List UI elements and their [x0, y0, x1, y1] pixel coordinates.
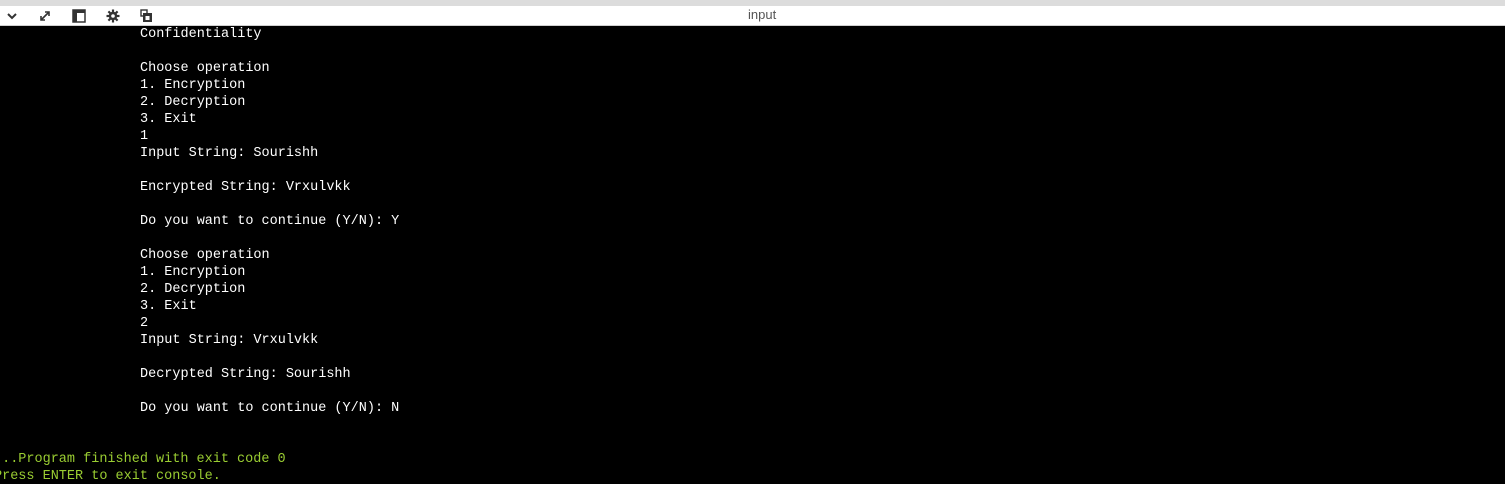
window-title: input — [748, 7, 777, 22]
console-toolbar: input — [0, 6, 1505, 26]
console-line: Input String: Vrxulvkk — [140, 333, 319, 348]
console-line: Encrypted String: Vrxulvkk — [140, 180, 351, 195]
settings-button[interactable] — [102, 6, 124, 26]
console-line: Do you want to continue (Y/N): Y — [140, 214, 400, 229]
console-output[interactable]: Confidentiality Choose operation 1. Encr… — [0, 26, 1505, 484]
console-line: Decrypted String: Sourishh — [140, 367, 351, 382]
console-line: Choose operation — [140, 61, 270, 76]
expand-button[interactable] — [34, 6, 56, 26]
console-line: Confidentiality — [140, 27, 262, 42]
console-line: 2 — [140, 316, 149, 331]
collapse-button[interactable] — [1, 6, 23, 26]
exit-status-line: ...Program finished with exit code 0 — [0, 452, 286, 467]
layout-icon — [72, 9, 86, 23]
stop-button[interactable] — [136, 6, 158, 26]
console-line: 1 — [140, 129, 149, 144]
console-line: 1. Encryption — [140, 78, 246, 93]
layout-button[interactable] — [68, 6, 90, 26]
press-enter-prompt: Press ENTER to exit console. — [0, 469, 221, 484]
console-line: Choose operation — [140, 248, 270, 263]
stop-icon — [140, 9, 152, 22]
console-line: 3. Exit — [140, 299, 197, 314]
console-line: 3. Exit — [140, 112, 197, 127]
console-line: 2. Decryption — [140, 282, 246, 297]
expand-icon — [40, 11, 50, 21]
chevron-down-icon — [7, 13, 17, 20]
console-line: 2. Decryption — [140, 95, 246, 110]
console-line: 1. Encryption — [140, 265, 246, 280]
gear-icon — [106, 9, 120, 23]
console-line: Do you want to continue (Y/N): N — [140, 401, 400, 416]
console-line: Input String: Sourishh — [140, 146, 319, 161]
